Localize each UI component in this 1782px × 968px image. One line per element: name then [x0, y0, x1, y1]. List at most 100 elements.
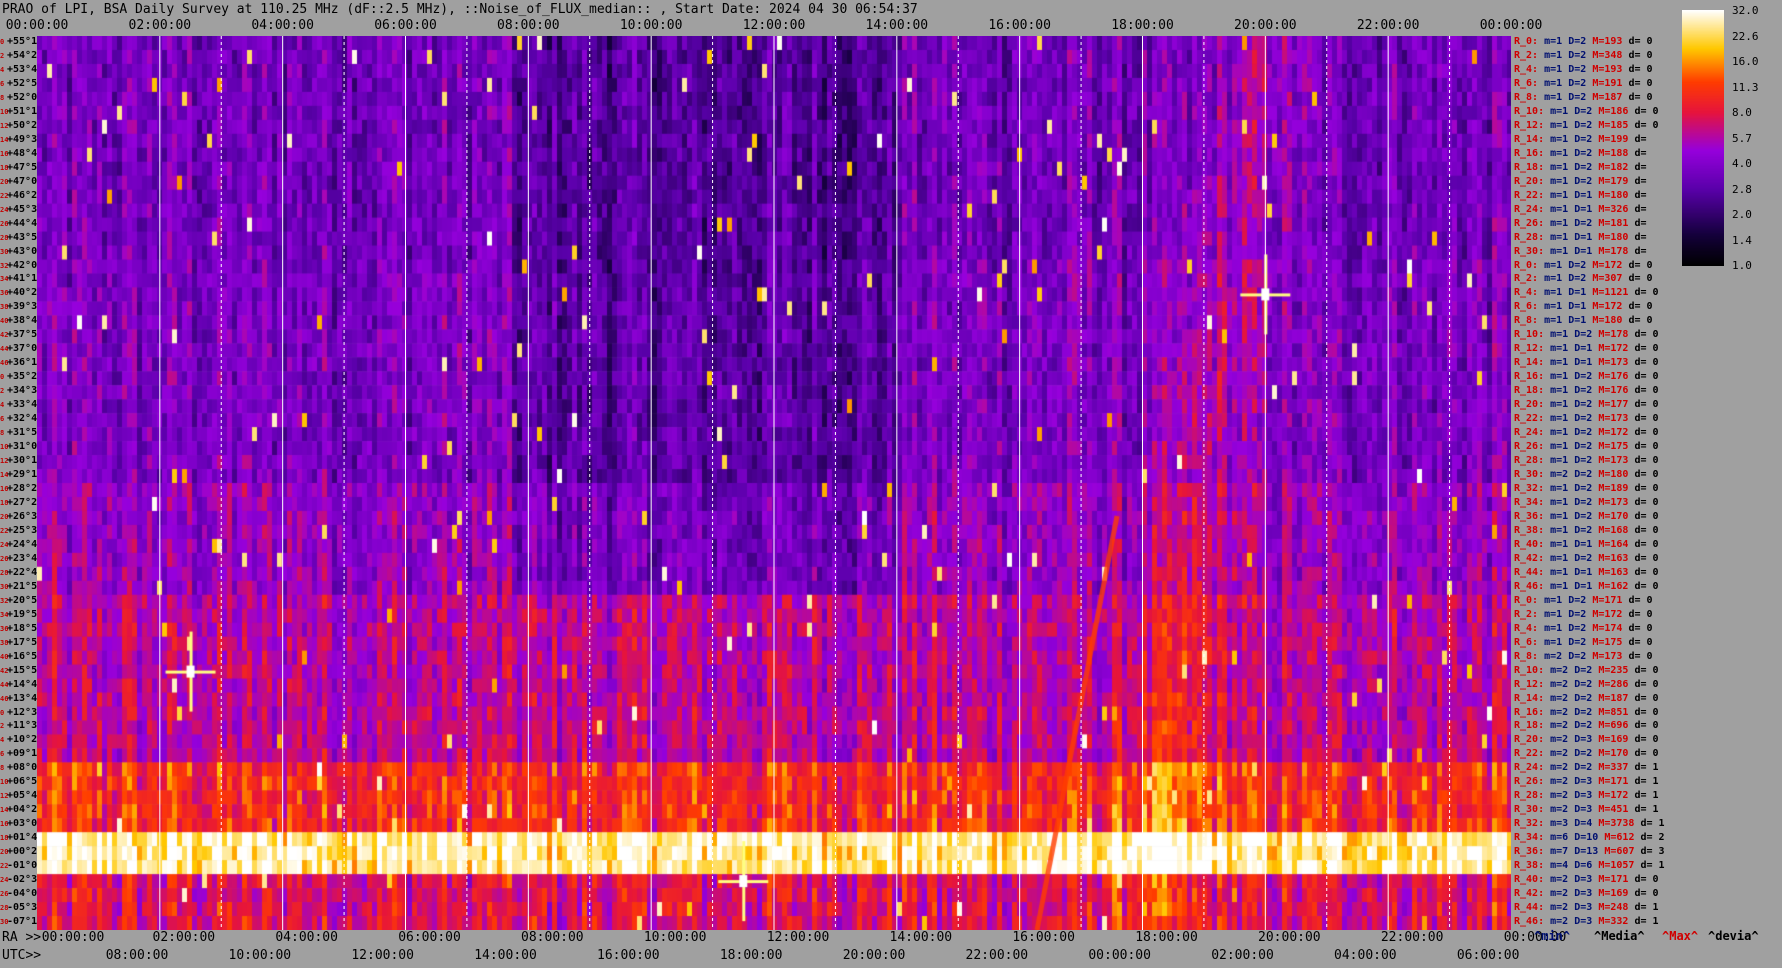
- dec-label: 26 +44°41': [0, 218, 49, 229]
- row-name: R_38:: [1514, 860, 1545, 872]
- row-stats: R_2: m=1 D=2 M=307 d= 0: [1514, 274, 1659, 284]
- row-stats: R_28: m=1 D=1 M=180 d=: [1514, 231, 1653, 243]
- row-name: R_30:: [1514, 804, 1545, 816]
- row-devia: d=: [1634, 203, 1647, 215]
- dec-label: 26 +23°46': [0, 553, 49, 564]
- colorbar: [1682, 10, 1724, 266]
- dec-label: 2 +54°29': [0, 50, 49, 61]
- row-max: M=199: [1598, 133, 1629, 145]
- row-min: m=2: [1550, 874, 1569, 886]
- row-median: D=1: [1574, 343, 1593, 355]
- row-max: M=286: [1598, 678, 1629, 690]
- row-devia: d= 0: [1634, 371, 1659, 383]
- row-stats: R_26: m=2 D=3 M=171 d= 1: [1514, 777, 1665, 787]
- row-max: M=186: [1598, 105, 1629, 117]
- dec-label: 16 +48°46': [0, 148, 49, 159]
- row-max: M=178: [1598, 245, 1629, 257]
- row-median: D=2: [1574, 720, 1593, 732]
- row-name: R_24:: [1514, 427, 1545, 439]
- row-name: R_18:: [1514, 161, 1545, 173]
- row-stats: R_6: m=1 D=2 M=175 d= 0: [1514, 636, 1659, 648]
- row-stats: R_24: m=1 D=2 M=172 d= 0: [1514, 428, 1665, 438]
- row-median: D=2: [1574, 552, 1593, 564]
- row-median: D=3: [1574, 790, 1593, 802]
- row-median: D=2: [1574, 469, 1593, 481]
- utc-tick-label: 14:00:00: [474, 948, 537, 963]
- ra-tick-label: 06:00:00: [398, 930, 461, 945]
- row-min: m=1: [1544, 636, 1563, 648]
- row-devia: d= 0: [1634, 888, 1659, 900]
- row-max: M=175: [1598, 441, 1629, 453]
- dec-label: 10 +51°15': [0, 106, 49, 117]
- row-devia: d= 0: [1634, 287, 1659, 299]
- legend-min: ^min^: [1534, 929, 1571, 943]
- row-devia: d= 0: [1634, 357, 1659, 369]
- row-min: m=2: [1550, 888, 1569, 900]
- row-devia: d= 0: [1634, 413, 1659, 425]
- row-devia: d= 0: [1628, 259, 1653, 271]
- row-max: M=170: [1598, 510, 1629, 522]
- row-min: m=7: [1550, 846, 1569, 858]
- row-stats: R_30: m=2 D=3 M=451 d= 1: [1514, 805, 1665, 815]
- row-max: M=1121: [1592, 287, 1629, 299]
- dec-label: 6 +52°52': [0, 78, 49, 89]
- row-name: R_32:: [1514, 818, 1545, 830]
- row-median: D=2: [1568, 36, 1587, 47]
- row-median: D=2: [1574, 385, 1593, 397]
- dec-row-index: 4: [0, 401, 5, 410]
- dec-label: 18 +01°47': [0, 833, 49, 843]
- row-name: R_2:: [1514, 608, 1539, 620]
- row-min: m=1: [1550, 175, 1569, 187]
- row-min: m=1: [1550, 580, 1569, 592]
- row-name: R_36:: [1514, 846, 1545, 858]
- row-median: D=2: [1574, 496, 1593, 508]
- top-tick-label: 08:00:00: [497, 18, 560, 33]
- row-min: m=1: [1550, 189, 1569, 201]
- row-devia: d= 0: [1634, 706, 1659, 718]
- row-stats: R_14: m=2 D=2 M=187 d= 0: [1514, 692, 1665, 704]
- row-stats: R_46: m=2 D=3 M=332 d= 1: [1514, 917, 1665, 927]
- row-devia: d= 0: [1628, 273, 1653, 285]
- row-max: M=607: [1604, 846, 1635, 858]
- row-name: R_14:: [1514, 692, 1545, 704]
- row-devia: d= 0: [1634, 469, 1659, 481]
- row-name: R_20:: [1514, 175, 1545, 187]
- row-name: R_40:: [1514, 538, 1545, 550]
- row-name: R_42:: [1514, 552, 1545, 564]
- row-median: D=1: [1574, 566, 1593, 578]
- row-min: m=1: [1550, 245, 1569, 257]
- row-devia: d= 1: [1634, 916, 1659, 928]
- row-stats: R_14: m=1 D=2 M=199 d=: [1514, 133, 1653, 145]
- row-name: R_6:: [1514, 77, 1539, 89]
- row-name: R_44:: [1514, 566, 1545, 578]
- row-devia: d= 0: [1634, 496, 1659, 508]
- row-stats: R_22: m=1 D=2 M=173 d= 0: [1514, 414, 1665, 424]
- row-median: D=2: [1568, 259, 1587, 271]
- row-median: D=2: [1574, 762, 1593, 774]
- row-median: D=3: [1574, 916, 1593, 928]
- row-stats: R_40: m=1 D=1 M=164 d= 0: [1514, 538, 1665, 550]
- ra-tick-label: 20:00:00: [1258, 930, 1321, 945]
- row-devia: d= 1: [1634, 902, 1659, 914]
- row-median: D=2: [1574, 483, 1593, 494]
- row-median: D=1: [1574, 245, 1593, 257]
- row-median: D=2: [1574, 329, 1593, 341]
- utc-tick-label: 22:00:00: [965, 948, 1029, 963]
- row-min: m=2: [1550, 916, 1569, 928]
- row-devia: d=: [1634, 217, 1647, 229]
- row-median: D=2: [1568, 650, 1587, 662]
- row-name: R_22:: [1514, 189, 1545, 201]
- row-max: M=176: [1598, 371, 1629, 383]
- row-name: R_28:: [1514, 231, 1545, 243]
- row-devia: d= 0: [1628, 622, 1653, 634]
- dec-label: 14 +49°38': [0, 134, 49, 145]
- row-devia: d=: [1634, 161, 1647, 173]
- utc-axis-label: UTC>>: [2, 948, 42, 963]
- dec-row-index: 4: [0, 65, 5, 74]
- row-stats: R_16: m=1 D=2 M=176 d= 0: [1514, 372, 1665, 382]
- row-devia: d= 0: [1634, 552, 1659, 564]
- dec-label: 44 +37°07': [0, 344, 49, 354]
- row-median: D=2: [1568, 594, 1587, 606]
- row-max: M=163: [1598, 552, 1629, 564]
- dec-label: 2 +11°32': [0, 721, 49, 731]
